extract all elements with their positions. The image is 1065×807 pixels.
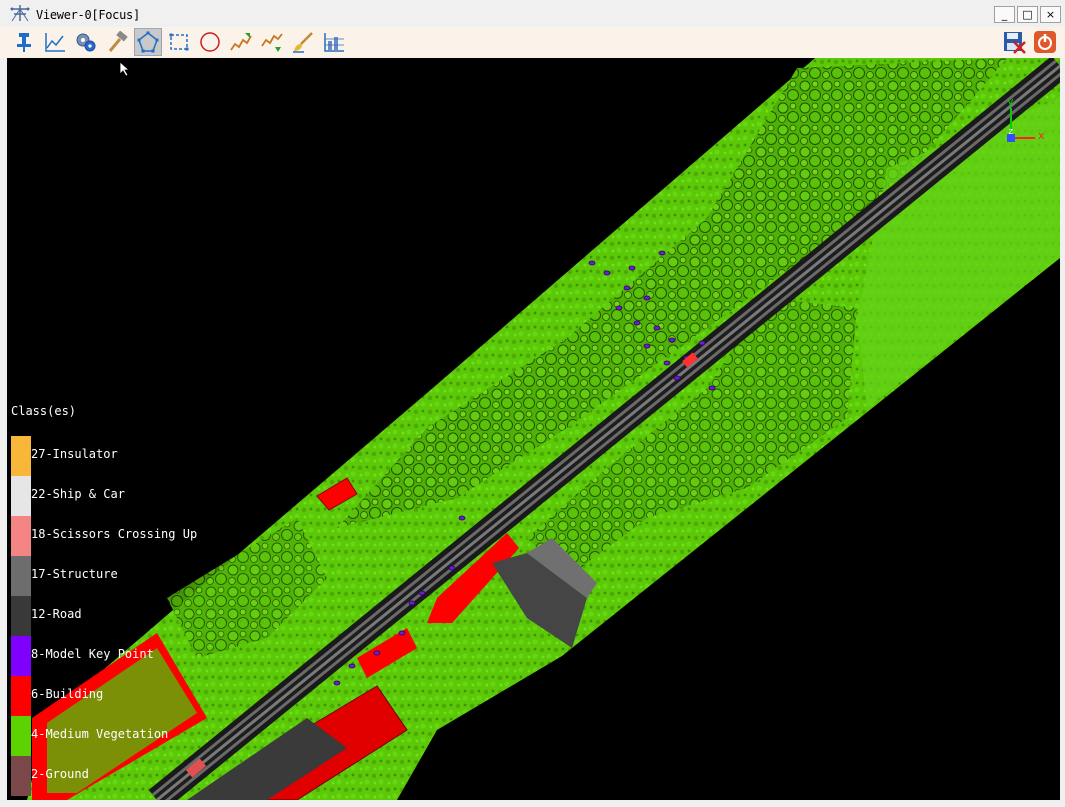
- legend-item: 6-Building: [11, 676, 311, 716]
- legend-swatch: [11, 756, 31, 796]
- save-clear-button[interactable]: [1000, 28, 1028, 56]
- legend-label: 22-Ship & Car: [31, 487, 125, 501]
- profile-down-icon: [261, 33, 283, 52]
- save-clear-icon: [1004, 32, 1026, 54]
- legend-swatch: [11, 516, 31, 556]
- axis-z-label: z: [1008, 127, 1013, 137]
- gears-button[interactable]: [72, 28, 100, 56]
- legend-label: 2-Ground: [31, 767, 89, 781]
- legend-swatch: [11, 476, 31, 516]
- app-icon: [10, 5, 30, 22]
- circle-select-button[interactable]: [196, 28, 224, 56]
- grid-chart-icon: [324, 33, 344, 52]
- minimize-button[interactable]: _: [994, 6, 1015, 23]
- maximize-button[interactable]: □: [1017, 6, 1038, 23]
- pin-button[interactable]: [10, 28, 38, 56]
- legend-label: 4-Medium Vegetation: [31, 727, 169, 741]
- legend-label: 6-Building: [31, 687, 104, 701]
- legend-label: 27-Insulator: [31, 447, 118, 461]
- line-chart-icon: [45, 33, 65, 52]
- cursor-icon: [119, 61, 136, 77]
- brush-button[interactable]: [289, 28, 317, 56]
- gears-icon: [76, 33, 96, 52]
- circle-select-icon: [200, 32, 220, 52]
- profile-up-button[interactable]: [227, 28, 255, 56]
- legend-item: 22-Ship & Car: [11, 476, 311, 516]
- legend-item: 8-Model Key Point: [11, 636, 311, 676]
- legend-item: 2-Ground: [11, 756, 311, 796]
- profile-up-icon: [230, 33, 252, 51]
- legend-swatch: [11, 676, 31, 716]
- power-button[interactable]: [1031, 28, 1059, 56]
- point-cloud-viewport[interactable]: y x z Class(es) 27-Insulator 22-Ship & Ca…: [7, 58, 1060, 800]
- line-chart-button[interactable]: [41, 28, 69, 56]
- maximize-icon: □: [1022, 8, 1033, 21]
- close-icon: ×: [1045, 8, 1056, 21]
- legend-item: 12-Road: [11, 596, 311, 636]
- legend-swatch: [11, 636, 31, 676]
- legend-item: 4-Medium Vegetation: [11, 716, 311, 756]
- legend-item: 17-Structure: [11, 556, 311, 596]
- legend-title: Class(es): [11, 404, 77, 418]
- axis-y-label: y: [1007, 95, 1014, 108]
- window-title: Viewer-0[Focus]: [36, 8, 140, 22]
- legend-label: 12-Road: [31, 607, 82, 621]
- hammer-button[interactable]: [103, 28, 131, 56]
- profile-down-button[interactable]: [258, 28, 286, 56]
- legend-swatch: [11, 436, 31, 476]
- legend-swatch: [11, 716, 31, 756]
- legend-item: 27-Insulator: [11, 436, 311, 476]
- toolbar: [0, 27, 1065, 58]
- legend-swatch: [11, 556, 31, 596]
- grid-chart-button[interactable]: [320, 28, 348, 56]
- brush-icon: [293, 32, 313, 53]
- title-bar: Viewer-0[Focus] _ □ ×: [0, 0, 1065, 27]
- legend-label: 8-Model Key Point: [31, 647, 154, 661]
- rectangle-select-button[interactable]: [165, 28, 193, 56]
- legend-label: 17-Structure: [31, 567, 118, 581]
- legend-swatch: [11, 596, 31, 636]
- legend-label: 18-Scissors Crossing Up: [31, 527, 198, 541]
- power-icon: [1034, 31, 1056, 53]
- close-button[interactable]: ×: [1040, 6, 1061, 23]
- minimize-icon: _: [1001, 8, 1008, 21]
- legend-item: 18-Scissors Crossing Up: [11, 516, 311, 556]
- hammer-icon: [108, 31, 128, 52]
- polygon-select-icon: [137, 31, 159, 53]
- rectangle-select-icon: [169, 33, 189, 51]
- pin-icon: [17, 33, 31, 52]
- window-bottom-edge: [0, 800, 1065, 807]
- axis-x-label: x: [1038, 129, 1045, 142]
- polygon-select-button[interactable]: [134, 28, 162, 56]
